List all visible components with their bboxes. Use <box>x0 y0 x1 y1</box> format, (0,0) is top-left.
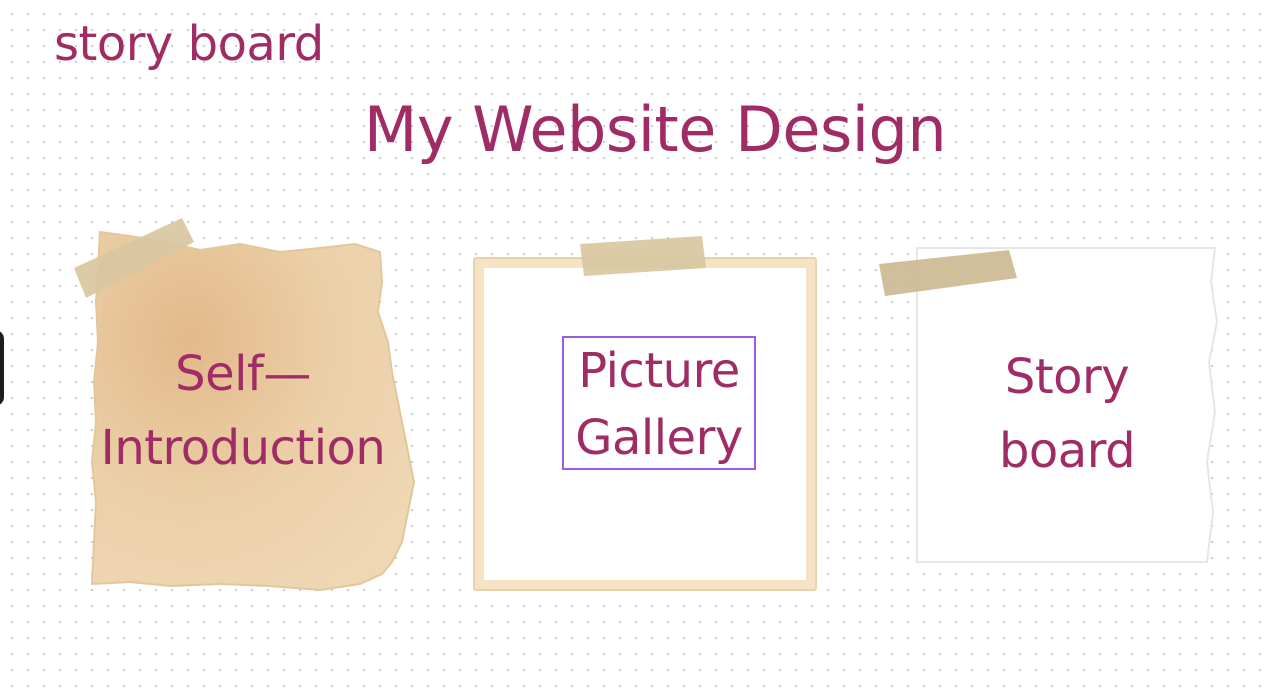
card-title: Self— Introduction <box>100 346 386 476</box>
page-title: My Website Design <box>363 93 947 166</box>
card-title-selected[interactable]: Picture Gallery <box>562 336 756 470</box>
board-label: story board <box>54 16 324 72</box>
card-self-introduction[interactable]: Self— Introduction <box>70 212 420 597</box>
card-title: Story board <box>998 349 1136 479</box>
card-story-board[interactable]: Story board <box>875 242 1225 582</box>
card-picture-gallery[interactable]: Picture Gallery <box>468 232 823 597</box>
side-panel-handle[interactable] <box>0 330 4 406</box>
